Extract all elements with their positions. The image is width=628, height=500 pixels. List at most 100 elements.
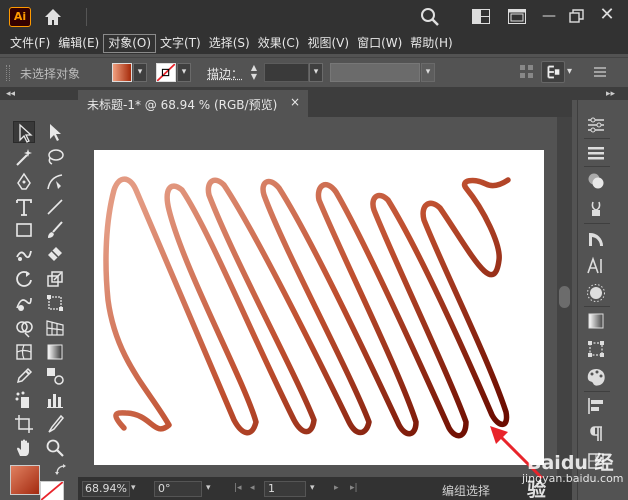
blend-tool-icon[interactable] [44,365,66,387]
selection-status: 未选择对象 [20,67,81,81]
properties-panel-icon[interactable] [585,114,607,136]
transform-dropdown[interactable]: ▾ [567,66,572,77]
symbol-sprayer-tool-icon[interactable] [13,389,35,411]
panels-header [572,88,628,100]
menu-object[interactable]: 对象(O) [103,34,157,53]
appearance-panel-icon[interactable] [585,282,607,304]
divider [584,138,610,139]
rotation-dropdown-icon[interactable]: ▾ [206,483,211,493]
fill-swatch[interactable] [112,63,132,82]
align-icon[interactable] [520,65,534,79]
scale-tool-icon[interactable] [44,268,66,290]
warp-tool-icon[interactable] [13,292,35,314]
character-panel-icon[interactable] [585,255,607,277]
shaper-tool-icon[interactable] [13,243,35,265]
zoom-tool-icon[interactable] [44,437,66,459]
zoom-level-input[interactable]: 68.94% [82,481,130,497]
style-box[interactable] [330,63,420,82]
libraries-panel-icon[interactable] [585,198,607,220]
transform-panel-icon[interactable] [585,338,607,360]
menu-effect[interactable]: 效果(C) [254,34,304,53]
free-transform-tool-icon[interactable] [44,292,66,314]
swatches-panel-icon[interactable] [585,366,607,388]
document-tab-title[interactable]: 未标题-1* @ 68.94 % (RGB/预览) [87,96,277,113]
title-bar [0,0,628,33]
home-icon[interactable] [43,7,63,27]
first-artboard-icon[interactable]: |◂ [234,483,242,493]
line-segment-tool-icon[interactable] [44,196,66,218]
gradient-tool-icon[interactable] [44,341,66,363]
type-tool-icon[interactable] [13,196,35,218]
paintbrush-tool-icon[interactable] [44,219,66,241]
color-panel-icon[interactable] [585,170,607,192]
menu-window[interactable]: 窗口(W) [353,34,406,53]
swap-fill-stroke-icon[interactable] [55,464,67,476]
minimize-icon[interactable]: — [540,8,558,24]
divider [584,166,610,167]
curvature-tool-icon[interactable] [44,171,66,193]
transform-button[interactable] [541,61,565,83]
divider [584,391,610,392]
divider [584,223,610,224]
column-graph-tool-icon[interactable] [44,389,66,411]
divider [584,306,610,307]
pen-tool-icon[interactable] [13,171,35,193]
fill-color-swatch[interactable] [10,465,40,495]
status-text: 编组选择 [442,484,491,498]
eyedropper-tool-icon[interactable] [13,365,35,387]
paragraph-panel-icon[interactable] [585,423,607,445]
style-dropdown[interactable]: ▾ [421,63,435,82]
scribble-stroke[interactable] [94,150,544,465]
grip-handle[interactable] [6,65,10,81]
next-artboard-icon[interactable]: ▸ [334,483,339,493]
artboard-number-input[interactable]: 1 [264,481,306,497]
magic-wand-tool-icon[interactable] [13,146,35,168]
app-logo: Ai [9,7,31,27]
layers-panel-icon[interactable] [585,142,607,164]
hand-tool-icon[interactable] [13,437,35,459]
stroke-panel-icon[interactable] [585,228,607,250]
menu-edit[interactable]: 编辑(E) [54,34,103,53]
collapse-toolbar-icon[interactable]: ◂◂ [6,88,15,100]
rectangle-tool-icon[interactable] [13,219,35,241]
stroke-color-swatch[interactable] [40,481,64,500]
last-artboard-icon[interactable]: ▸| [350,483,358,493]
stroke-dropdown[interactable]: ▾ [177,63,191,82]
collapse-panels-icon[interactable]: ▸▸ [606,88,615,100]
stroke-weight-dropdown[interactable]: ▾ [309,63,323,82]
maximize-icon[interactable] [568,8,586,24]
gradient-panel-icon[interactable] [585,310,607,332]
previous-artboard-icon[interactable]: ◂ [250,483,255,493]
stroke-weight-input[interactable] [264,63,309,82]
perspective-grid-tool-icon[interactable] [44,317,66,339]
artboard-tool-icon[interactable] [13,413,35,435]
workspace-icon[interactable] [508,9,526,24]
artboard-dropdown-icon[interactable]: ▾ [310,483,315,493]
stroke-swatch[interactable] [156,63,176,82]
shape-builder-tool-icon[interactable] [13,317,35,339]
rotate-tool-icon[interactable] [13,268,35,290]
stroke-weight-stepper[interactable]: ▲ ▼ [246,63,262,83]
align-panel-icon[interactable] [585,395,607,417]
direct-selection-tool-icon[interactable] [44,121,66,143]
scrollbar-thumb[interactable] [559,286,570,308]
close-tab-icon[interactable]: × [290,95,300,109]
menu-select[interactable]: 选择(S) [205,34,254,53]
selection-tool-icon[interactable] [13,121,35,143]
mesh-tool-icon[interactable] [13,341,35,363]
rotation-input[interactable]: 0° [154,481,202,497]
fill-dropdown[interactable]: ▾ [133,63,147,82]
slice-tool-icon[interactable] [44,413,66,435]
eraser-tool-icon[interactable] [44,243,66,265]
arrange-documents-icon[interactable] [472,9,490,24]
menu-file[interactable]: 文件(F) [6,34,54,53]
menu-help[interactable]: 帮助(H) [406,34,456,53]
panel-menu-icon[interactable] [594,66,606,78]
search-icon[interactable] [420,7,440,27]
lasso-tool-icon[interactable] [44,146,66,168]
stroke-label[interactable]: 描边： [207,65,243,82]
close-icon[interactable]: ✕ [598,4,616,26]
zoom-dropdown-icon[interactable]: ▾ [131,483,136,493]
menu-type[interactable]: 文字(T) [156,34,205,53]
menu-view[interactable]: 视图(V) [303,34,353,53]
